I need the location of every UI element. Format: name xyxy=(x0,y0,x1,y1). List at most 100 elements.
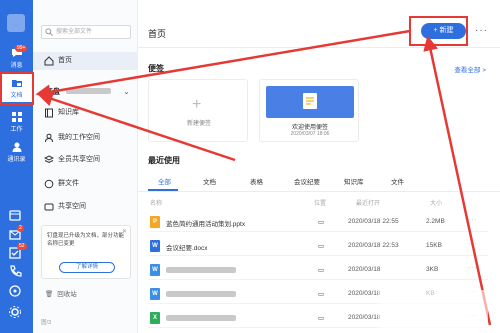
table-row[interactable]: W ▭ 2020/03/18 3KB ··· xyxy=(148,260,488,280)
tab-sheets[interactable]: 表格 xyxy=(250,176,263,186)
unread-badge: 99+ xyxy=(15,45,28,52)
share-icon xyxy=(44,203,54,211)
new-button[interactable]: + 新建 xyxy=(421,23,466,39)
rail-label: 工作 xyxy=(10,127,23,133)
file-name: 蓝色简约通用活动策划.pptx xyxy=(166,221,246,228)
blurred-org-name xyxy=(66,88,112,94)
layers-icon xyxy=(44,155,54,164)
dingpan-section-title[interactable]: 钉盘 ⌄ xyxy=(45,86,129,97)
more-options-button[interactable]: ··· xyxy=(475,25,488,36)
file-time: 2020/03/18 22:53 xyxy=(348,242,399,249)
search-icon xyxy=(45,28,53,36)
trash-icon: 🗑 xyxy=(45,291,54,298)
rail-docs[interactable]: 文档 xyxy=(0,74,33,102)
main-content: 首页 + 新建 ··· 便签 查看全部 > + 新建便签 欢迎使用便签 2020… xyxy=(138,0,500,333)
shortcuts-title: 便签 xyxy=(148,64,164,73)
card-caption: 欢迎使用便签 xyxy=(291,125,328,131)
tabs-divider xyxy=(138,191,500,192)
rail-contacts[interactable]: 通讯录 xyxy=(0,138,33,166)
sidebar-item-label: 全员共享空间 xyxy=(58,156,100,163)
blurred-file-name xyxy=(166,267,236,273)
mail-badge: 2 xyxy=(17,225,24,232)
recent-title: 最近使用 xyxy=(148,156,180,165)
tab-files[interactable]: 文件 xyxy=(391,176,404,186)
tab-minutes[interactable]: 会议纪要 xyxy=(294,176,320,186)
tab-docs[interactable]: 文档 xyxy=(203,176,216,186)
row-more-button[interactable]: ··· xyxy=(468,216,478,223)
sidebar-item-my-space[interactable]: 我的工作空间 xyxy=(33,129,138,147)
folder-icon[interactable]: ▭ xyxy=(318,218,324,226)
row-more-button[interactable]: ··· xyxy=(468,288,478,295)
new-note-card[interactable]: + 新建便签 xyxy=(148,79,248,142)
folder-icon[interactable]: ▭ xyxy=(318,266,324,274)
recent-tabs: 全部 文档 表格 会议纪要 知识库 文件 xyxy=(148,176,488,189)
table-row[interactable]: X ▭ 2020/03/18 ··· xyxy=(148,308,488,328)
upgrade-notice-text: 钉盘现已升级为文档，部分功能名称已变更 xyxy=(47,233,125,247)
home-icon xyxy=(44,56,54,66)
search-input[interactable]: 搜索全部文件 xyxy=(41,25,131,39)
column-location: 位置 xyxy=(314,201,327,207)
welcome-note-card[interactable]: 欢迎使用便签 2020/03/07 18:06 xyxy=(259,79,359,142)
mail-shortcut[interactable]: 2 xyxy=(8,225,24,244)
tab-knowledge[interactable]: 知识库 xyxy=(344,176,364,186)
gear-icon xyxy=(9,306,21,318)
column-size: 大小 xyxy=(430,201,443,207)
calendar-shortcut[interactable] xyxy=(8,208,24,224)
sidebar-item-label: 共享空间 xyxy=(58,203,86,210)
header-divider xyxy=(138,47,500,48)
table-row[interactable]: W 会议纪要.docx ▭ 2020/03/18 22:53 15KB ··· xyxy=(148,236,488,256)
calendar-icon xyxy=(9,210,21,221)
sidebar-item-shared-all[interactable]: 全员共享空间 xyxy=(33,151,138,169)
folder-icon[interactable]: ▭ xyxy=(318,314,324,322)
file-time: 2020/03/18 xyxy=(348,314,381,321)
sidebar-item-knowledge[interactable]: 知识库 xyxy=(33,104,138,122)
file-size: 3KB xyxy=(426,266,439,273)
row-more-button[interactable]: ··· xyxy=(468,240,478,247)
settings-shortcut[interactable] xyxy=(8,305,24,321)
rail-work[interactable]: 工作 xyxy=(0,108,33,136)
plus-icon: + xyxy=(192,96,202,113)
table-row[interactable]: P 蓝色简约通用活动策划.pptx ▭ 2020/03/18 22:55 2.2MB ··… xyxy=(148,212,488,232)
recycle-bin[interactable]: 🗑 回收站 xyxy=(45,288,77,298)
folder-icon[interactable]: ▭ xyxy=(318,290,324,298)
sidebar-item-label: 首页 xyxy=(58,57,72,64)
close-icon[interactable]: ✕ xyxy=(122,228,127,236)
upgrade-notice: ✕ 钉盘现已升级为文档，部分功能名称已变更 了解详情 xyxy=(41,225,131,279)
grid-icon xyxy=(11,112,22,122)
todo-shortcut[interactable]: 52 xyxy=(8,243,27,262)
more-apps-shortcut[interactable] xyxy=(8,284,24,300)
file-size: 15KB xyxy=(426,242,442,249)
column-time: 最近打开 xyxy=(356,201,381,207)
view-all-link[interactable]: 查看全部 > xyxy=(454,64,486,74)
sidebar-item-label: 群文件 xyxy=(58,180,79,187)
phone-shortcut[interactable] xyxy=(8,264,24,280)
learn-more-button[interactable]: 了解详情 xyxy=(59,262,115,273)
file-name: 会议纪要.docx xyxy=(166,245,208,252)
rail-label: 文档 xyxy=(10,93,23,99)
page-title: 首页 xyxy=(148,29,167,39)
todo-badge: 52 xyxy=(17,243,27,250)
sidebar-item-home[interactable]: 首页 xyxy=(33,52,138,70)
sidebar-item-label: 我的工作空间 xyxy=(58,134,100,141)
rail-messages[interactable]: 99+ 消息 xyxy=(0,44,33,72)
sidebar-item-label: 知识库 xyxy=(58,109,79,116)
tab-all[interactable]: 全部 xyxy=(158,176,171,186)
row-more-button[interactable]: ··· xyxy=(468,264,478,271)
apps-icon xyxy=(9,285,21,297)
row-more-button[interactable]: ··· xyxy=(468,312,478,319)
sidebar-footer: 图/3 xyxy=(41,320,52,326)
group-icon xyxy=(44,179,54,189)
book-icon xyxy=(45,108,53,118)
folder-icon[interactable]: ▭ xyxy=(318,242,324,250)
sidebar-item-shared-space[interactable]: 共享空间 xyxy=(33,198,138,216)
file-time: 2020/03/18 22:55 xyxy=(348,218,399,225)
user-icon xyxy=(45,133,53,143)
file-type-icon: P xyxy=(150,216,160,228)
sidebar-item-group-files[interactable]: 群文件 xyxy=(33,175,138,193)
blurred-file-name xyxy=(166,291,236,297)
avatar[interactable] xyxy=(7,14,25,32)
blurred-file-name xyxy=(166,315,236,321)
table-row[interactable]: W ▭ 2020/03/18 KB ··· xyxy=(148,284,488,304)
rail-label: 消息 xyxy=(10,63,23,69)
column-name: 名称 xyxy=(150,201,163,207)
